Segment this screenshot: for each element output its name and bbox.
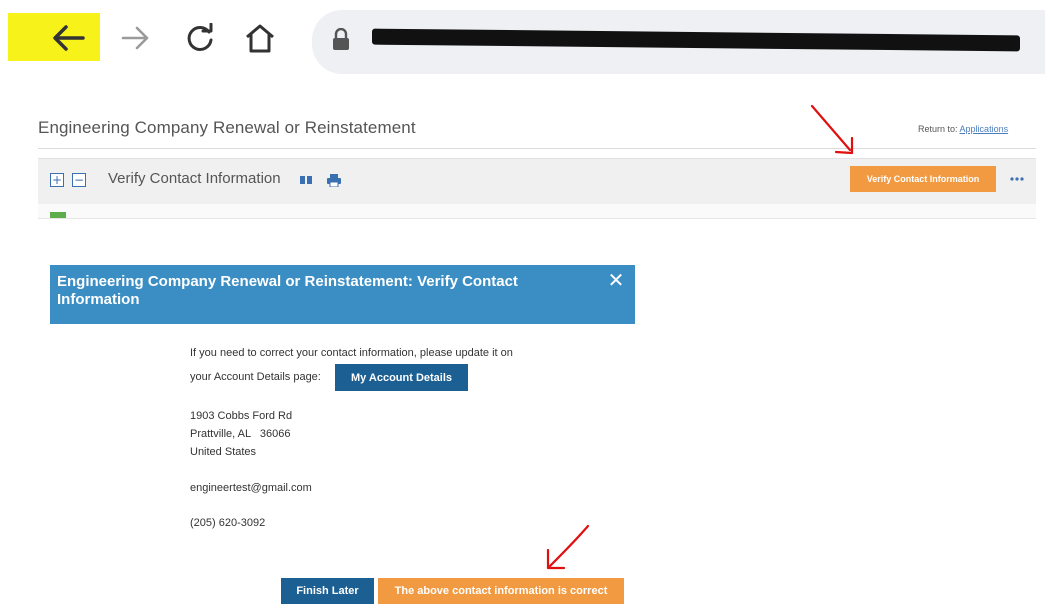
- book-icon[interactable]: [298, 172, 314, 188]
- status-marker: [50, 212, 66, 218]
- back-arrow-icon: [53, 25, 85, 51]
- collapse-icon[interactable]: −: [72, 173, 86, 187]
- address-line-1: 1903 Cobbs Ford Rd: [190, 410, 293, 422]
- modal-title: Engineering Company Renewal or Reinstate…: [57, 273, 518, 308]
- section-body: [38, 204, 1036, 219]
- instruction-line-2: your Account Details page:: [190, 371, 321, 383]
- applications-link[interactable]: Applications: [960, 124, 1009, 134]
- more-options-button[interactable]: [1004, 166, 1030, 192]
- forward-arrow-icon: [121, 26, 149, 50]
- annotation-arrow-icon: [546, 524, 590, 570]
- return-to: Return to: Applications: [918, 124, 1008, 134]
- page-title: Engineering Company Renewal or Reinstate…: [38, 118, 416, 137]
- home-button[interactable]: [240, 18, 280, 58]
- expand-icon[interactable]: +: [50, 173, 64, 187]
- header-divider: [38, 148, 1036, 149]
- print-icon[interactable]: [326, 172, 342, 188]
- back-button[interactable]: [48, 18, 88, 58]
- forward-button[interactable]: [116, 18, 156, 58]
- return-label: Return to:: [918, 124, 958, 134]
- my-account-details-button[interactable]: My Account Details: [335, 364, 468, 391]
- ellipsis-icon: [1010, 177, 1024, 181]
- verify-contact-button[interactable]: Verify Contact Information: [850, 166, 996, 192]
- address-line-2: Prattville, AL 36066: [190, 428, 291, 440]
- instruction-line-1: If you need to correct your contact info…: [190, 347, 513, 359]
- phone-value: (205) 620-3092: [190, 517, 266, 529]
- address-line-3: United States: [190, 446, 257, 458]
- section-title: Verify Contact Information: [108, 170, 281, 187]
- annotation-arrow-icon: [810, 104, 854, 155]
- lock-icon: [333, 28, 349, 50]
- email-value: engineertest@gmail.com: [190, 482, 312, 494]
- home-icon: [246, 24, 274, 53]
- reload-button[interactable]: [180, 18, 220, 58]
- finish-later-button[interactable]: Finish Later: [281, 578, 374, 604]
- close-icon[interactable]: ✕: [606, 270, 626, 290]
- confirm-contact-button[interactable]: The above contact information is correct: [378, 578, 624, 604]
- reload-icon: [187, 23, 213, 51]
